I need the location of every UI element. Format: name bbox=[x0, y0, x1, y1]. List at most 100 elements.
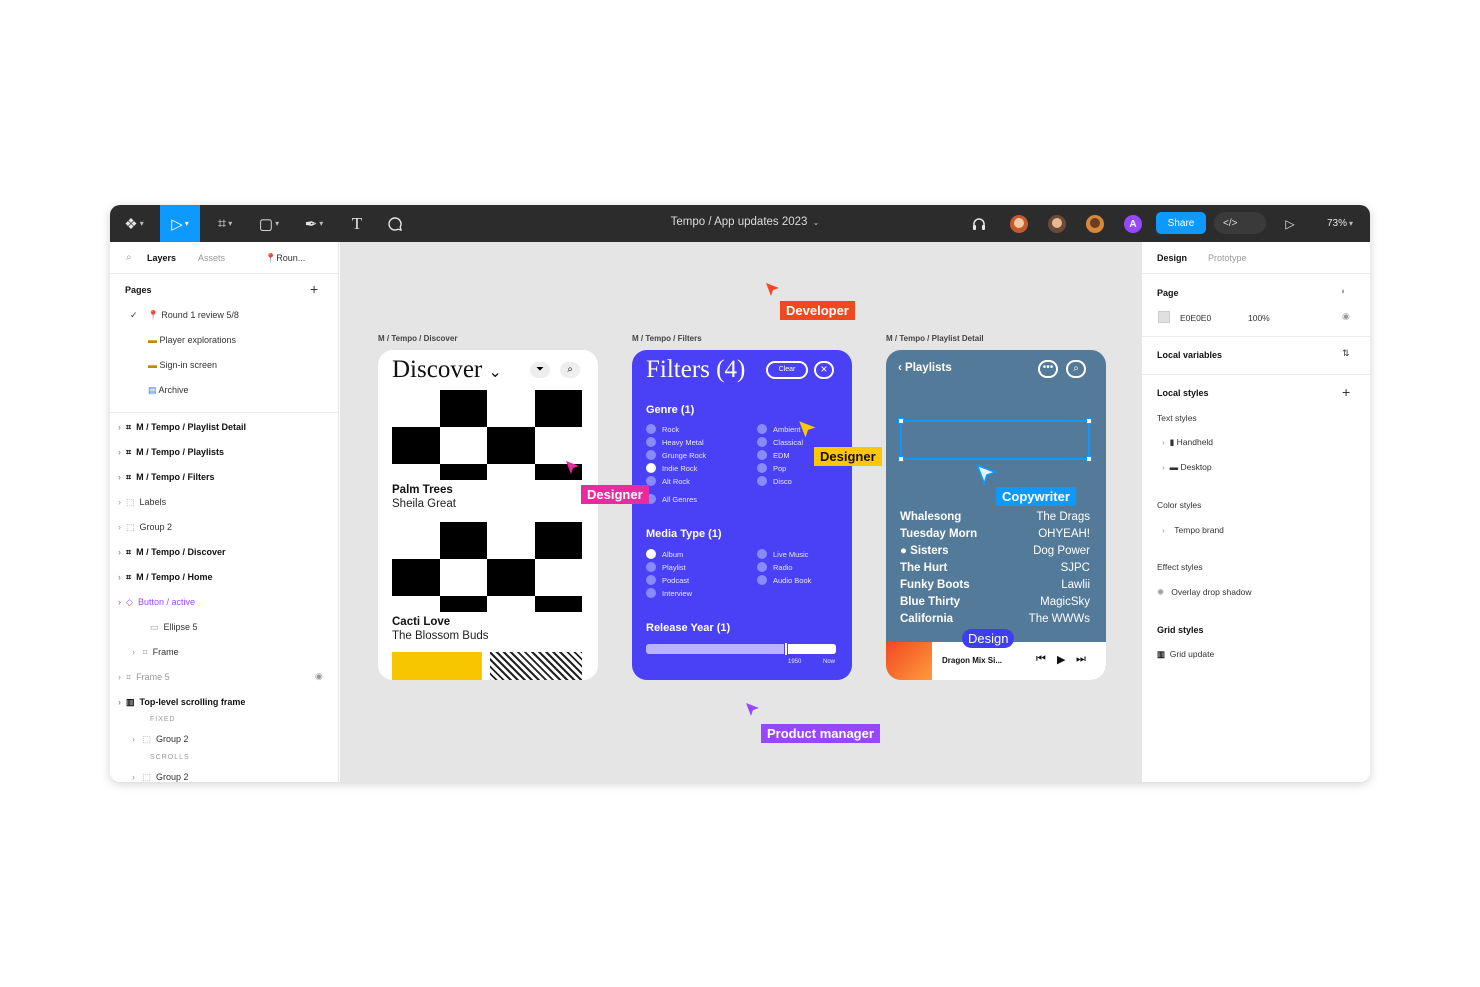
layer-row[interactable]: › ▥ Top-level scrolling frame bbox=[118, 697, 245, 708]
slider-handle[interactable] bbox=[784, 642, 788, 656]
tab-layers[interactable]: Layers bbox=[147, 253, 176, 263]
release-year-slider[interactable] bbox=[646, 642, 836, 656]
cursor-arrow-icon: ▷ bbox=[171, 215, 183, 233]
discover-frame[interactable]: Discover ⌄ ⏷ ⌕ Palm Trees Sheila Great C… bbox=[378, 350, 598, 680]
avatar[interactable] bbox=[1084, 213, 1106, 235]
avatar[interactable]: A bbox=[1122, 213, 1144, 235]
grid-style-item[interactable]: ▥ Grid update bbox=[1157, 649, 1214, 660]
shape-tool-button[interactable]: ▢ ▾ bbox=[252, 205, 286, 242]
media-option[interactable]: Interview bbox=[646, 588, 692, 598]
layer-row[interactable]: › ⬚ Group 2 bbox=[118, 522, 172, 533]
share-button[interactable]: Share bbox=[1156, 212, 1206, 234]
page-item[interactable]: ▤ Archive bbox=[148, 385, 189, 396]
song-title: Tuesday Morn bbox=[900, 528, 978, 540]
tab-prototype[interactable]: Prototype bbox=[1208, 253, 1247, 263]
selection-box[interactable] bbox=[898, 418, 1092, 462]
text-style-item[interactable]: › ▮ Handheld bbox=[1162, 437, 1213, 448]
genre-option[interactable]: Disco bbox=[757, 476, 792, 486]
genre-option[interactable]: Rock bbox=[646, 424, 679, 434]
tab-assets[interactable]: Assets bbox=[198, 253, 225, 263]
genre-option[interactable]: EDM bbox=[757, 450, 790, 460]
group-icon: ⬚ bbox=[142, 734, 152, 744]
page-color-value[interactable]: E0E0E0 bbox=[1180, 313, 1211, 323]
layer-row-hidden[interactable]: › ⌗ Frame 5 bbox=[118, 672, 170, 683]
headphones-icon[interactable] bbox=[968, 205, 990, 242]
pen-tool-button[interactable]: ✒ ▾ bbox=[296, 205, 332, 242]
page-item[interactable]: ▬ Sign-in screen bbox=[148, 360, 217, 370]
media-option[interactable]: Audio Book bbox=[757, 575, 811, 585]
color-style-item[interactable]: › Tempo brand bbox=[1162, 525, 1224, 535]
all-genres-link[interactable]: All Genres bbox=[646, 494, 697, 504]
page-item[interactable]: ✓ 📍 Round 1 review 5/8 bbox=[130, 310, 239, 321]
frame-label[interactable]: M / Tempo / Filters bbox=[632, 334, 702, 343]
add-page-button[interactable]: + bbox=[310, 281, 318, 297]
text-tool-icon[interactable]: T bbox=[346, 205, 368, 242]
frame-label[interactable]: M / Tempo / Playlist Detail bbox=[886, 334, 984, 343]
move-tool-button[interactable]: ▷ ▾ bbox=[160, 205, 200, 242]
layer-row[interactable]: › ⬚ Group 2 bbox=[132, 734, 189, 745]
dev-mode-toggle[interactable]: </> bbox=[1214, 212, 1266, 234]
main-menu-button[interactable]: ❖ ▾ bbox=[118, 205, 150, 242]
back-button[interactable]: ‹ Playlists bbox=[898, 362, 952, 374]
avatar[interactable] bbox=[1008, 213, 1030, 235]
more-icon[interactable]: ••• bbox=[1038, 360, 1058, 378]
layer-row[interactable]: › ⌗ M / Tempo / Playlist Detail bbox=[118, 422, 246, 433]
genre-option[interactable]: Ambient bbox=[757, 424, 801, 434]
clear-button[interactable]: Clear bbox=[766, 361, 808, 379]
previous-icon[interactable]: ⏮ bbox=[1036, 653, 1046, 666]
next-icon[interactable]: ⏭ bbox=[1076, 653, 1086, 666]
tab-design[interactable]: Design bbox=[1157, 253, 1187, 263]
page-opacity-value[interactable]: 100% bbox=[1248, 313, 1270, 323]
genre-option[interactable]: Pop bbox=[757, 463, 786, 473]
layer-row[interactable]: › ⌗ M / Tempo / Playlists bbox=[118, 447, 224, 458]
checker-album-art bbox=[392, 522, 582, 612]
add-style-button[interactable]: + bbox=[1342, 384, 1350, 400]
media-option[interactable]: Podcast bbox=[646, 575, 689, 585]
design-canvas[interactable]: M / Tempo / Discover M / Tempo / Filters… bbox=[340, 242, 1141, 782]
text-style-item[interactable]: › ▬ Desktop bbox=[1162, 462, 1212, 472]
page-color-swatch[interactable] bbox=[1158, 311, 1170, 323]
search-icon[interactable]: ⌕ bbox=[1066, 360, 1086, 378]
search-icon[interactable]: ⌕ bbox=[560, 362, 580, 378]
eye-icon[interactable]: ◉ bbox=[1342, 311, 1350, 322]
media-option[interactable]: Playlist bbox=[646, 562, 686, 572]
frame-label[interactable]: M / Tempo / Discover bbox=[378, 334, 457, 343]
search-icon[interactable]: ⌕ bbox=[126, 252, 132, 263]
eye-icon[interactable]: ◉ bbox=[315, 671, 323, 682]
media-option[interactable]: Live Music bbox=[757, 549, 808, 559]
genre-option[interactable]: Heavy Metal bbox=[646, 437, 704, 447]
present-play-icon[interactable]: ▷ bbox=[1280, 205, 1300, 242]
close-icon[interactable]: × bbox=[814, 361, 834, 379]
layer-row[interactable]: › ⌗ Frame bbox=[132, 647, 179, 658]
zoom-dropdown[interactable]: 73% ▾ bbox=[1318, 205, 1362, 242]
media-option[interactable]: Radio bbox=[757, 562, 793, 572]
genre-option[interactable]: Alt Rock bbox=[646, 476, 690, 486]
media-type-header: Media Type (1) bbox=[646, 528, 722, 540]
media-option-selected[interactable]: Album bbox=[646, 549, 683, 559]
song-title: MagicSky bbox=[1040, 596, 1090, 608]
filters-frame[interactable]: Filters (4) Clear × Genre (1) Rock Heavy… bbox=[632, 350, 852, 680]
play-icon[interactable]: ▶ bbox=[1057, 653, 1065, 666]
hide-icon[interactable]: ◐ bbox=[1341, 286, 1346, 296]
genre-option[interactable]: Grunge Rock bbox=[646, 450, 706, 460]
avatar[interactable] bbox=[1046, 213, 1068, 235]
file-title[interactable]: Tempo / App updates 2023 ⌄ bbox=[650, 216, 840, 228]
genre-option-selected[interactable]: Indie Rock bbox=[646, 463, 697, 473]
page-dropdown[interactable]: 📍Roun... bbox=[265, 253, 305, 264]
album-thumbnail bbox=[886, 642, 932, 680]
comment-bubble-icon[interactable] bbox=[384, 205, 406, 242]
layer-row-component[interactable]: › ◇ Button / active bbox=[118, 597, 195, 608]
variables-settings-icon[interactable]: ⇅ bbox=[1342, 348, 1350, 359]
layer-row[interactable]: › ⬚ Group 2 bbox=[132, 772, 189, 782]
page-item[interactable]: ▬ Player explorations bbox=[148, 335, 236, 345]
layer-row[interactable]: › ⌗ M / Tempo / Discover bbox=[118, 547, 225, 558]
headphones-emoji-icon: ▬ bbox=[148, 335, 157, 345]
frame-tool-button[interactable]: ⌗ ▾ bbox=[208, 205, 242, 242]
layer-row[interactable]: ▭ Ellipse 5 bbox=[150, 622, 198, 633]
layer-row[interactable]: › ⬚ Labels bbox=[118, 497, 166, 508]
layer-row[interactable]: › ⌗ M / Tempo / Home bbox=[118, 572, 212, 583]
genre-option[interactable]: Classical bbox=[757, 437, 803, 447]
effect-style-item[interactable]: ✺ Overlay drop shadow bbox=[1157, 587, 1252, 598]
filter-icon[interactable]: ⏷ bbox=[530, 362, 550, 378]
layer-row[interactable]: › ⌗ M / Tempo / Filters bbox=[118, 472, 214, 483]
